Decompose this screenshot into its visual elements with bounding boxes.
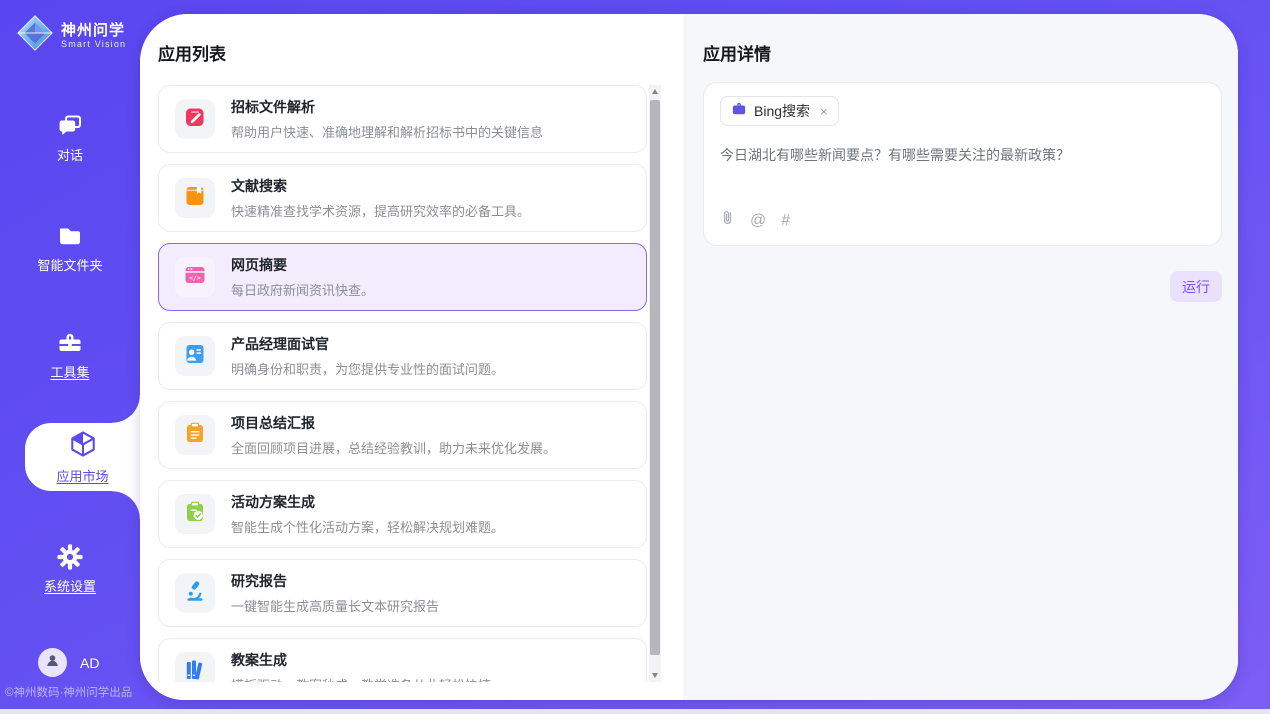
sidebar-item-settings[interactable]: 系统设置	[0, 543, 140, 596]
app-screen: 神州问学 Smart Vision 对话 智能文件夹 工具集 应用市场 系统设置	[0, 0, 1270, 714]
book-icon	[183, 184, 207, 213]
app-card-texts: 项目总结汇报全面回顾项目进展，总结经验教训，助力未来优化发展。	[231, 413, 556, 457]
app-card-texts: 研究报告一键智能生成高质量长文本研究报告	[231, 571, 439, 615]
sidebar-item-toolset[interactable]: 工具集	[0, 329, 140, 382]
main-window: 应用列表 招标文件解析帮助用户快速、准确地理解和解析招标书中的关键信息文献搜索快…	[140, 14, 1238, 700]
app-card[interactable]: 教案生成模板驱动，教案秒成，教学准备从此轻松快捷	[158, 638, 647, 682]
brand-title: 神州问学	[61, 22, 126, 39]
interviewer-icon	[183, 342, 207, 371]
tool-chip-label: Bing搜索	[754, 101, 810, 121]
sidebar-item-smart-folder[interactable]: 智能文件夹	[0, 222, 140, 275]
app-name: 活动方案生成	[231, 492, 504, 512]
app-card[interactable]: </> 网页摘要每日政府新闻资讯快查。	[158, 243, 647, 311]
app-icon-tile	[175, 99, 215, 139]
app-card-list: 招标文件解析帮助用户快速、准确地理解和解析招标书中的关键信息文献搜索快速精准查找…	[158, 85, 647, 682]
run-button[interactable]: 运行	[1170, 271, 1222, 302]
app-name: 文献搜索	[231, 176, 530, 196]
clipboard-check-icon	[183, 500, 207, 529]
app-card[interactable]: 文献搜索快速精准查找学术资源，提高研究效率的必备工具。	[158, 164, 647, 232]
app-card-texts: 产品经理面试官明确身份和职责，为您提供专业性的面试问题。	[231, 334, 504, 378]
sidebar-item-label: 对话	[57, 148, 83, 163]
brand-subtitle: Smart Vision	[61, 39, 126, 49]
scrollbar-down-button[interactable]	[649, 669, 661, 682]
avatar	[38, 648, 67, 677]
user-initials: AD	[80, 655, 99, 671]
browser-code-icon: </>	[183, 263, 207, 292]
scrollbar[interactable]	[649, 85, 661, 682]
app-card[interactable]: 项目总结汇报全面回顾项目进展，总结经验教训，助力未来优化发展。	[158, 401, 647, 469]
app-card-texts: 招标文件解析帮助用户快速、准确地理解和解析招标书中的关键信息	[231, 97, 543, 141]
app-list-panel: 应用列表 招标文件解析帮助用户快速、准确地理解和解析招标书中的关键信息文献搜索快…	[140, 14, 683, 700]
scrollbar-thumb[interactable]	[650, 100, 660, 655]
app-card[interactable]: 招标文件解析帮助用户快速、准确地理解和解析招标书中的关键信息	[158, 85, 647, 153]
sidebar-item-label: 系统设置	[44, 579, 96, 594]
briefcase-icon	[731, 101, 747, 122]
app-description: 帮助用户快速、准确地理解和解析招标书中的关键信息	[231, 122, 543, 141]
clipboard-icon	[183, 421, 207, 450]
diamond-logo-icon	[16, 14, 54, 57]
app-description: 每日政府新闻资讯快查。	[231, 280, 374, 299]
selected-tab-bottom-curve	[112, 491, 140, 519]
app-icon-tile	[175, 652, 215, 682]
app-name: 教案生成	[231, 650, 491, 670]
microscope-icon	[183, 579, 207, 608]
app-name: 研究报告	[231, 571, 439, 591]
edit-square-icon	[183, 105, 207, 134]
app-card[interactable]: 活动方案生成智能生成个性化活动方案，轻松解决规划难题。	[158, 480, 647, 548]
app-card[interactable]: 产品经理面试官明确身份和职责，为您提供专业性的面试问题。	[158, 322, 647, 390]
chat-bubbles-icon	[0, 112, 140, 140]
app-icon-tile	[175, 415, 215, 455]
app-icon-tile	[175, 573, 215, 613]
sidebar-item-label: 应用市场	[56, 466, 108, 485]
gear-icon	[0, 543, 140, 571]
paperclip-icon[interactable]	[720, 209, 735, 232]
bottom-strip	[0, 709, 1270, 714]
app-description: 一键智能生成高质量长文本研究报告	[231, 596, 439, 615]
sidebar-item-app-market[interactable]: 应用市场	[25, 423, 140, 491]
sidebar-item-label: 工具集	[50, 365, 89, 380]
prompt-toolbar: @ #	[720, 209, 790, 232]
person-icon	[44, 652, 61, 674]
cube-icon	[68, 429, 98, 459]
folder-icon	[0, 222, 140, 250]
app-logo: 神州问学 Smart Vision	[16, 14, 126, 57]
scrollbar-up-button[interactable]	[649, 85, 661, 98]
prompt-card: Bing搜索 × 今日湖北有哪些新闻要点？有哪些需要关注的最新政策？ @ #	[703, 82, 1222, 246]
app-description: 模板驱动，教案秒成，教学准备从此轻松快捷	[231, 675, 491, 682]
svg-text:</>: </>	[189, 273, 201, 281]
app-description: 明确身份和职责，为您提供专业性的面试问题。	[231, 359, 504, 378]
app-icon-tile	[175, 494, 215, 534]
app-card-texts: 网页摘要每日政府新闻资讯快查。	[231, 255, 374, 299]
mention-icon[interactable]: @	[750, 213, 766, 229]
app-name: 招标文件解析	[231, 97, 543, 117]
copyright-text: ©神州数码·神州问学出品	[5, 684, 132, 700]
app-icon-tile	[175, 336, 215, 376]
app-card-texts: 文献搜索快速精准查找学术资源，提高研究效率的必备工具。	[231, 176, 530, 220]
sidebar-item-label: 智能文件夹	[37, 258, 102, 273]
toolbox-icon	[0, 329, 140, 357]
app-name: 产品经理面试官	[231, 334, 504, 354]
hashtag-icon[interactable]: #	[781, 213, 790, 229]
tool-chip-bing-search[interactable]: Bing搜索 ×	[720, 96, 839, 126]
selected-tab-top-curve	[112, 395, 140, 423]
app-description: 全面回顾项目进展，总结经验教训，助力未来优化发展。	[231, 438, 556, 457]
chip-close-icon[interactable]: ×	[820, 104, 828, 119]
app-icon-tile	[175, 178, 215, 218]
app-card[interactable]: 研究报告一键智能生成高质量长文本研究报告	[158, 559, 647, 627]
app-detail-panel: 应用详情 Bing搜索 × 今日湖北有哪些新闻要点？有哪些需要关注的最新政策？ …	[683, 14, 1238, 700]
app-description: 快速精准查找学术资源，提高研究效率的必备工具。	[231, 201, 530, 220]
app-icon-tile: </>	[175, 257, 215, 297]
app-name: 项目总结汇报	[231, 413, 556, 433]
app-card-texts: 活动方案生成智能生成个性化活动方案，轻松解决规划难题。	[231, 492, 504, 536]
app-description: 智能生成个性化活动方案，轻松解决规划难题。	[231, 517, 504, 536]
app-name: 网页摘要	[231, 255, 374, 275]
books-icon	[183, 658, 207, 683]
user-account[interactable]: AD	[38, 648, 99, 677]
app-list-title: 应用列表	[158, 40, 226, 65]
prompt-text[interactable]: 今日湖北有哪些新闻要点？有哪些需要关注的最新政策？	[720, 145, 1205, 166]
sidebar-item-chat[interactable]: 对话	[0, 112, 140, 165]
sidebar: 神州问学 Smart Vision 对话 智能文件夹 工具集 应用市场 系统设置	[0, 0, 140, 714]
app-detail-title: 应用详情	[703, 40, 771, 65]
app-card-texts: 教案生成模板驱动，教案秒成，教学准备从此轻松快捷	[231, 650, 491, 682]
